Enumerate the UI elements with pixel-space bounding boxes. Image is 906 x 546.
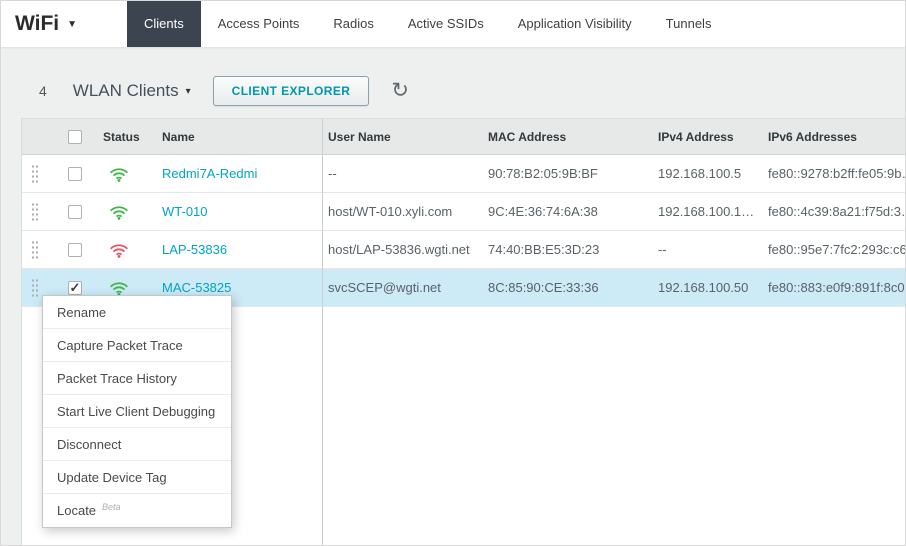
column-header-name[interactable]: Name: [152, 130, 322, 144]
client-name-link[interactable]: Redmi7A-Redmi: [162, 166, 257, 181]
row-checkbox[interactable]: [68, 205, 82, 219]
client-context-menu: Rename Capture Packet Trace Packet Trace…: [42, 295, 232, 528]
menu-item-label: Locate: [57, 503, 96, 518]
client-name-link[interactable]: WT-010: [162, 204, 208, 219]
column-header-ipv4-address[interactable]: IPv4 Address: [652, 130, 762, 144]
tab-active-ssids[interactable]: Active SSIDs: [391, 1, 501, 47]
mac-address-cell: 8C:85:90:CE:33:36: [482, 280, 652, 295]
wlan-clients-panel: 4 WLAN Clients ▾ CLIENT EXPLORER ↻ Statu…: [21, 63, 905, 546]
wifi-status-icon: [109, 280, 129, 296]
wifi-status-icon: [109, 242, 129, 258]
panel-toolbar: 4 WLAN Clients ▾ CLIENT EXPLORER ↻: [21, 63, 905, 118]
chevron-down-icon: ▼: [67, 19, 77, 30]
wifi-status-icon: [109, 204, 129, 220]
status-cell: [97, 242, 152, 258]
table-row[interactable]: WT-010 host/WT-010.xyli.com 9C:4E:36:74:…: [22, 193, 905, 231]
ipv6-addresses-cell: fe80::4c39:8a21:f75d:3…: [762, 204, 905, 219]
frozen-column-divider: [322, 119, 323, 546]
drag-handle-icon[interactable]: [22, 164, 52, 183]
drag-handle-icon[interactable]: [22, 202, 52, 221]
drag-handle-icon[interactable]: [22, 240, 52, 259]
tab-bar: Clients Access Points Radios Active SSID…: [127, 1, 728, 47]
mac-address-cell: 9C:4E:36:74:6A:38: [482, 204, 652, 219]
client-name-link[interactable]: LAP-53836: [162, 242, 227, 257]
user-name-cell: --: [322, 166, 482, 181]
wifi-dashboard: WiFi ▼ Clients Access Points Radios Acti…: [0, 0, 906, 546]
row-checkbox-cell: [52, 281, 97, 295]
menu-item-rename[interactable]: Rename: [43, 296, 231, 329]
row-checkbox-cell: [52, 243, 97, 257]
column-header-status[interactable]: Status: [97, 130, 152, 144]
refresh-icon[interactable]: ↻: [391, 80, 409, 101]
menu-item-label: Start Live Client Debugging: [57, 404, 215, 419]
menu-item-label: Disconnect: [57, 437, 121, 452]
topbar: WiFi ▼ Clients Access Points Radios Acti…: [1, 1, 905, 47]
menu-item-label: Rename: [57, 305, 106, 320]
wlan-clients-dropdown[interactable]: WLAN Clients ▾: [73, 81, 191, 101]
tab-tunnels[interactable]: Tunnels: [649, 1, 729, 47]
column-header-mac-address[interactable]: MAC Address: [482, 130, 652, 144]
menu-item-label: Capture Packet Trace: [57, 338, 183, 353]
ipv4-address-cell: --: [652, 242, 762, 257]
panel-title: WLAN Clients: [73, 81, 179, 101]
menu-item-locate[interactable]: Locate Beta: [43, 494, 231, 527]
menu-item-update-device-tag[interactable]: Update Device Tag: [43, 461, 231, 494]
client-name-link[interactable]: MAC-53825: [162, 280, 231, 295]
user-name-cell: svcSCEP@wgti.net: [322, 280, 482, 295]
tab-clients[interactable]: Clients: [127, 1, 201, 47]
chevron-down-icon: ▾: [186, 84, 191, 97]
client-count: 4: [39, 83, 47, 99]
wifi-menu[interactable]: WiFi ▼: [15, 1, 111, 47]
user-name-cell: host/LAP-53836.wgti.net: [322, 242, 482, 257]
mac-address-cell: 74:40:BB:E5:3D:23: [482, 242, 652, 257]
ipv6-addresses-cell: fe80::95e7:7fc2:293c:c6…: [762, 242, 905, 257]
status-cell: [97, 280, 152, 296]
page-title: WiFi: [15, 12, 59, 36]
table-header-row: Status Name User Name MAC Address IPv4 A…: [22, 119, 905, 155]
clients-table: Status Name User Name MAC Address IPv4 A…: [21, 118, 905, 546]
user-name-cell: host/WT-010.xyli.com: [322, 204, 482, 219]
ipv6-addresses-cell: fe80::9278:b2ff:fe05:9b…: [762, 166, 905, 181]
select-all-checkbox[interactable]: [68, 130, 82, 144]
table-row[interactable]: Redmi7A-Redmi -- 90:78:B2:05:9B:BF 192.1…: [22, 155, 905, 193]
tab-application-visibility[interactable]: Application Visibility: [501, 1, 649, 47]
ipv4-address-cell: 192.168.100.1…: [652, 204, 762, 219]
menu-item-label: Packet Trace History: [57, 371, 177, 386]
wifi-status-icon: [109, 166, 129, 182]
row-checkbox-cell: [52, 205, 97, 219]
tab-access-points[interactable]: Access Points: [201, 1, 317, 47]
column-header-user-name[interactable]: User Name: [322, 130, 482, 144]
row-checkbox-cell: [52, 167, 97, 181]
menu-item-packet-trace-history[interactable]: Packet Trace History: [43, 362, 231, 395]
row-checkbox[interactable]: [68, 167, 82, 181]
menu-item-disconnect[interactable]: Disconnect: [43, 428, 231, 461]
ipv4-address-cell: 192.168.100.50: [652, 280, 762, 295]
client-explorer-button[interactable]: CLIENT EXPLORER: [213, 76, 370, 106]
status-cell: [97, 166, 152, 182]
tab-radios[interactable]: Radios: [316, 1, 390, 47]
status-cell: [97, 204, 152, 220]
row-checkbox[interactable]: [68, 243, 82, 257]
column-header-ipv6-addresses[interactable]: IPv6 Addresses: [762, 130, 905, 144]
menu-item-label: Update Device Tag: [57, 470, 167, 485]
ipv6-addresses-cell: fe80::883:e0f9:891f:8c0b: [762, 280, 905, 295]
table-row[interactable]: LAP-53836 host/LAP-53836.wgti.net 74:40:…: [22, 231, 905, 269]
menu-item-capture-packet-trace[interactable]: Capture Packet Trace: [43, 329, 231, 362]
select-all-cell: [52, 130, 97, 144]
menu-item-start-live-client-debugging[interactable]: Start Live Client Debugging: [43, 395, 231, 428]
main-content: 4 WLAN Clients ▾ CLIENT EXPLORER ↻ Statu…: [1, 47, 905, 546]
beta-badge: Beta: [102, 502, 121, 512]
mac-address-cell: 90:78:B2:05:9B:BF: [482, 166, 652, 181]
row-checkbox[interactable]: [68, 281, 82, 295]
ipv4-address-cell: 192.168.100.5: [652, 166, 762, 181]
